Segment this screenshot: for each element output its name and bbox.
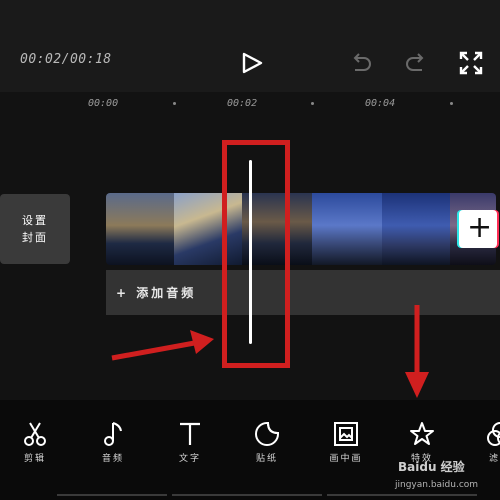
play-icon[interactable]	[240, 52, 264, 74]
undo-icon[interactable]	[350, 52, 372, 74]
star-effects-icon	[410, 422, 434, 445]
top-control-bar	[0, 0, 500, 92]
tool-sticker[interactable]: 贴纸	[237, 421, 297, 464]
filter-icon	[487, 422, 500, 446]
tool-cut[interactable]: 剪辑	[5, 421, 65, 464]
ruler-dot	[311, 102, 314, 105]
tool-filter[interactable]: 滤镜	[470, 421, 500, 464]
text-icon	[180, 422, 200, 445]
annotation-box-playhead	[222, 140, 290, 368]
sticker-icon	[255, 422, 279, 446]
ruler-time-4: 00:04	[365, 98, 396, 109]
baidu-watermark-url: jingyan.baidu.com	[395, 480, 479, 490]
video-frame	[106, 193, 174, 265]
add-clip-button[interactable]: +	[459, 210, 497, 248]
tab-indicator	[327, 494, 477, 496]
fullscreen-icon[interactable]	[458, 50, 484, 76]
ruler-dot	[173, 102, 176, 105]
video-frame	[382, 193, 450, 265]
ruler-time-0: 00:00	[88, 98, 119, 109]
tab-indicator	[172, 494, 322, 496]
ruler-time-2: 00:02	[227, 98, 258, 109]
tool-picture-in-picture[interactable]: 画中画	[316, 421, 376, 464]
redo-icon[interactable]	[405, 52, 427, 74]
video-clip-track[interactable]	[106, 193, 496, 265]
playback-time: 00:02/00:18	[20, 52, 112, 67]
video-frame	[312, 193, 382, 265]
tool-text[interactable]: 文字	[160, 421, 220, 464]
scissors-icon	[24, 422, 46, 446]
set-cover-label: 设置 封面	[22, 214, 48, 244]
add-audio-label: + 添加音频	[116, 286, 197, 300]
baidu-watermark: Baidu 经验	[398, 460, 465, 474]
music-note-icon	[104, 422, 122, 446]
plus-icon: +	[467, 210, 493, 245]
tab-indicator	[57, 494, 167, 496]
tool-audio[interactable]: 音频	[83, 421, 143, 464]
ruler-dot	[450, 102, 453, 105]
picture-in-picture-icon	[334, 422, 358, 446]
